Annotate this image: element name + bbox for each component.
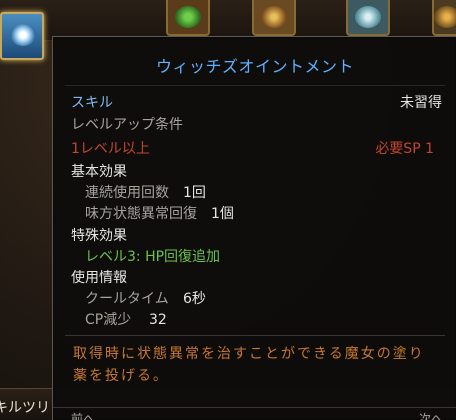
tooltip-divider [65,335,445,336]
silver-skill-icon [355,6,381,28]
skill-name: ウィッチズオイントメント [155,57,354,76]
cooltime-label: クールタイム [85,291,169,307]
cp-reduction-label: CP減少 [85,312,132,328]
cp-reduction-value: 32 [149,312,167,328]
next-button[interactable]: 次へ [419,410,443,420]
green-skill-icon [175,6,201,28]
tooltip-footer: 前へ 次へ [53,407,456,420]
skill-window-scene: キルツリ ウィッチズオイントメント スキル 未習得 レベルアップ条件 1レベル以… [0,0,456,420]
consecutive-uses-value: 1回 [183,185,206,201]
basic-effects-label: 基本効果 [71,164,127,180]
special-effects-label: 特殊効果 [71,228,127,244]
skill-description: 取得時に状態異常を治すことができる魔女の塗り薬を投げる。 [73,346,425,384]
skill-category: スキル [71,95,113,111]
gold-skill-icon [261,6,287,28]
sp-requirement: 必要SP 1 [375,141,434,157]
cooltime-value: 6秒 [183,291,206,307]
level-requirement: 1レベル以上 [71,141,150,157]
learn-status: 未習得 [400,95,442,111]
skill-tree-tab[interactable]: キルツリ [0,396,50,420]
ally-status-recovery-value: 1個 [211,206,234,222]
amber-skill-icon [434,6,456,28]
level-up-condition-label: レベルアップ条件 [71,117,183,133]
prev-button[interactable]: 前へ [71,410,95,420]
skill-slot-3[interactable] [346,0,390,36]
ointment-skill-icon [10,24,36,46]
ally-status-recovery-label: 味方状態異常回復 [85,206,197,222]
skill-slot-4[interactable] [432,0,456,36]
selected-skill-slot[interactable] [0,12,44,60]
tooltip-divider [65,85,445,86]
usage-info-label: 使用情報 [71,270,127,286]
skill-slot-1[interactable] [166,0,210,36]
skill-tooltip: ウィッチズオイントメント スキル 未習得 レベルアップ条件 1レベル以上 必要S… [52,36,456,420]
special-effect-level3: レベル3: HP回復追加 [85,249,221,265]
consecutive-uses-label: 連続使用回数 [85,185,169,201]
skill-slot-2[interactable] [252,0,296,36]
